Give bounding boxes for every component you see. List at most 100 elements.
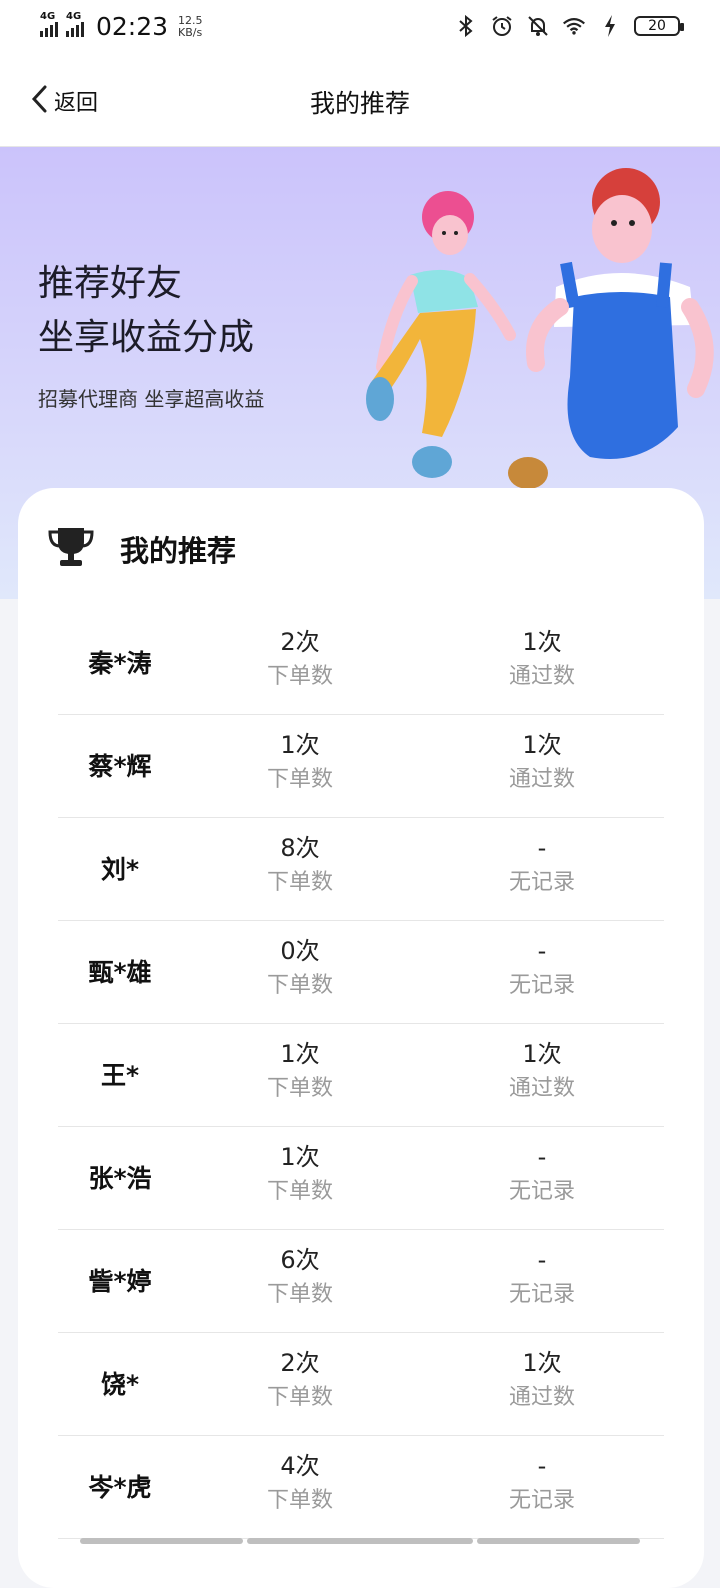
woman-figure (366, 191, 516, 478)
passed-label: 通过数 (508, 664, 575, 689)
orders-count: 1次 (280, 731, 320, 759)
orders-stat: 0次下单数 (220, 933, 380, 1003)
bluetooth-icon (454, 14, 478, 38)
passed-count: - (537, 1143, 547, 1171)
orders-stat: 2次下单数 (220, 1345, 380, 1415)
passed-label: 无记录 (508, 1282, 575, 1307)
passed-stat: 1次通过数 (462, 727, 622, 797)
orders-label: 下单数 (266, 1385, 333, 1410)
charging-icon (598, 14, 622, 38)
orders-stat: 1次下单数 (220, 1139, 380, 1209)
nav-bar: 返回 我的推荐 (0, 56, 720, 147)
orders-stat: 4次 下单数 (220, 1448, 380, 1518)
referral-name: 刘* (100, 855, 140, 884)
wifi-icon (562, 14, 586, 38)
orders-count: 0次 (280, 937, 320, 965)
orders-label: 下单数 (266, 1179, 333, 1204)
referral-name: 甄*雄 (88, 958, 152, 987)
orders-label: 下单数 (266, 1076, 333, 1101)
referral-name: 訾*婷 (88, 1267, 152, 1296)
passed-label: 通过数 (508, 767, 575, 792)
banner-headline: 推荐好友 坐享收益分成 (38, 257, 254, 365)
battery-icon: 20 (634, 16, 684, 36)
trophy-icon (48, 526, 94, 572)
passed-count: 1次 (522, 731, 562, 759)
list-item[interactable]: 王* 1次下单数 1次通过数 (58, 1024, 664, 1127)
passed-stat: - 无记录 (462, 1448, 622, 1518)
passed-count: 1次 (522, 1040, 562, 1068)
network-label: 4G (40, 10, 56, 22)
speed-value: 12.5 (178, 13, 203, 27)
orders-stat: 2次 下单数 (220, 624, 380, 694)
list-item[interactable]: 訾*婷 6次下单数 - 无记录 (58, 1230, 664, 1333)
referral-name: 张*浩 (88, 1164, 152, 1193)
network-speed: 12.5 KB/s (178, 13, 203, 39)
passed-stat: 1次通过数 (462, 1036, 622, 1106)
list-item[interactable]: 秦*涛 2次 下单数 1次通过数 (58, 612, 664, 715)
passed-count: - (537, 937, 547, 965)
passed-label: 通过数 (508, 1385, 575, 1410)
referral-name: 王* (100, 1061, 140, 1090)
passed-label: 无记录 (508, 1488, 575, 1513)
orders-count: 2次 (280, 1349, 320, 1377)
list-item[interactable]: 蔡*辉 1次下单数 1次通过数 (58, 715, 664, 818)
list-item[interactable]: 饶* 2次 下单数 1次 通过数 (58, 1333, 664, 1436)
banner-headline-line1: 推荐好友 (38, 263, 183, 304)
battery-level: 20 (648, 18, 666, 34)
list-item[interactable]: 张*浩 1次下单数 - 无记录 (58, 1127, 664, 1230)
network-label: 4G (66, 10, 82, 22)
passed-stat: - 无记录 (462, 933, 622, 1003)
signal-icon: 4G (40, 11, 58, 37)
status-right: 20 (454, 14, 684, 38)
passed-count: 1次 (522, 1349, 562, 1377)
passed-stat: - 无记录 (462, 1139, 622, 1209)
passed-stat: - 无记录 (462, 830, 622, 900)
referral-name: 岑*虎 (88, 1473, 152, 1502)
passed-count: 1次 (522, 628, 562, 656)
recommend-list: 秦*涛 2次 下单数 1次 通过数 蔡*辉 1次 下单数 1次 通过数 刘* 8次 下单数… (58, 612, 664, 1539)
orders-label: 下单数 (266, 664, 333, 689)
status-left: 4G 4G 02:23 12.5 KB/s (40, 11, 203, 41)
scroll-indicator (80, 1538, 243, 1544)
speed-unit: KB/s (178, 25, 203, 39)
orders-count: 1次 (280, 1143, 320, 1171)
passed-stat: - 无记录 (462, 1242, 622, 1312)
orders-stat: 1次下单数 (220, 1036, 380, 1106)
list-item[interactable]: 甄*雄 0次下单数 - 无记录 (58, 921, 664, 1024)
status-bar: 4G 4G 02:23 12.5 KB/s 20 (0, 0, 720, 56)
alarm-icon (490, 14, 514, 38)
signal-icon: 4G (66, 11, 84, 37)
orders-label: 下单数 (266, 973, 333, 998)
passed-count: - (537, 834, 547, 862)
orders-label: 下单数 (266, 767, 333, 792)
referral-name: 蔡*辉 (88, 752, 152, 781)
mute-bell-icon (526, 14, 550, 38)
passed-label: 无记录 (508, 973, 575, 998)
orders-stat: 1次下单数 (220, 727, 380, 797)
list-item[interactable]: 刘* 8次下单数 - 无记录 (58, 818, 664, 921)
orders-label: 下单数 (266, 1282, 333, 1307)
orders-stat: 6次下单数 (220, 1242, 380, 1312)
orders-count: 8次 (280, 834, 320, 862)
list-item[interactable]: 岑*虎 4次 下单数 - 无记录 (58, 1436, 664, 1539)
passed-label: 无记录 (508, 870, 575, 895)
passed-stat: 1次通过数 (462, 1345, 622, 1415)
banner-headline-line2: 坐享收益分成 (38, 317, 255, 358)
clock: 02:23 (96, 12, 169, 41)
scroll-indicator (247, 1538, 473, 1544)
passed-label: 通过数 (508, 1076, 575, 1101)
orders-count: 1次 (280, 1040, 320, 1068)
orders-label: 下单数 (266, 870, 333, 895)
passed-count: - (537, 1246, 547, 1274)
scroll-indicator (477, 1538, 640, 1544)
man-figure (508, 168, 714, 489)
recommend-card: 我的推荐 秦*涛 2次 下单数 1次 通过数 蔡*辉 1次 下单数 1次 通过数 刘* … (18, 488, 704, 1588)
referral-name: 秦*涛 (88, 649, 152, 678)
banner-subtitle: 招募代理商 坐享超高收益 (38, 387, 265, 411)
card-title: 我的推荐 (120, 534, 237, 568)
card-header: 我的推荐 (48, 526, 236, 572)
passed-count: - (537, 1452, 547, 1480)
orders-label: 下单数 (266, 1488, 333, 1513)
passed-label: 无记录 (508, 1179, 575, 1204)
orders-count: 6次 (280, 1246, 320, 1274)
